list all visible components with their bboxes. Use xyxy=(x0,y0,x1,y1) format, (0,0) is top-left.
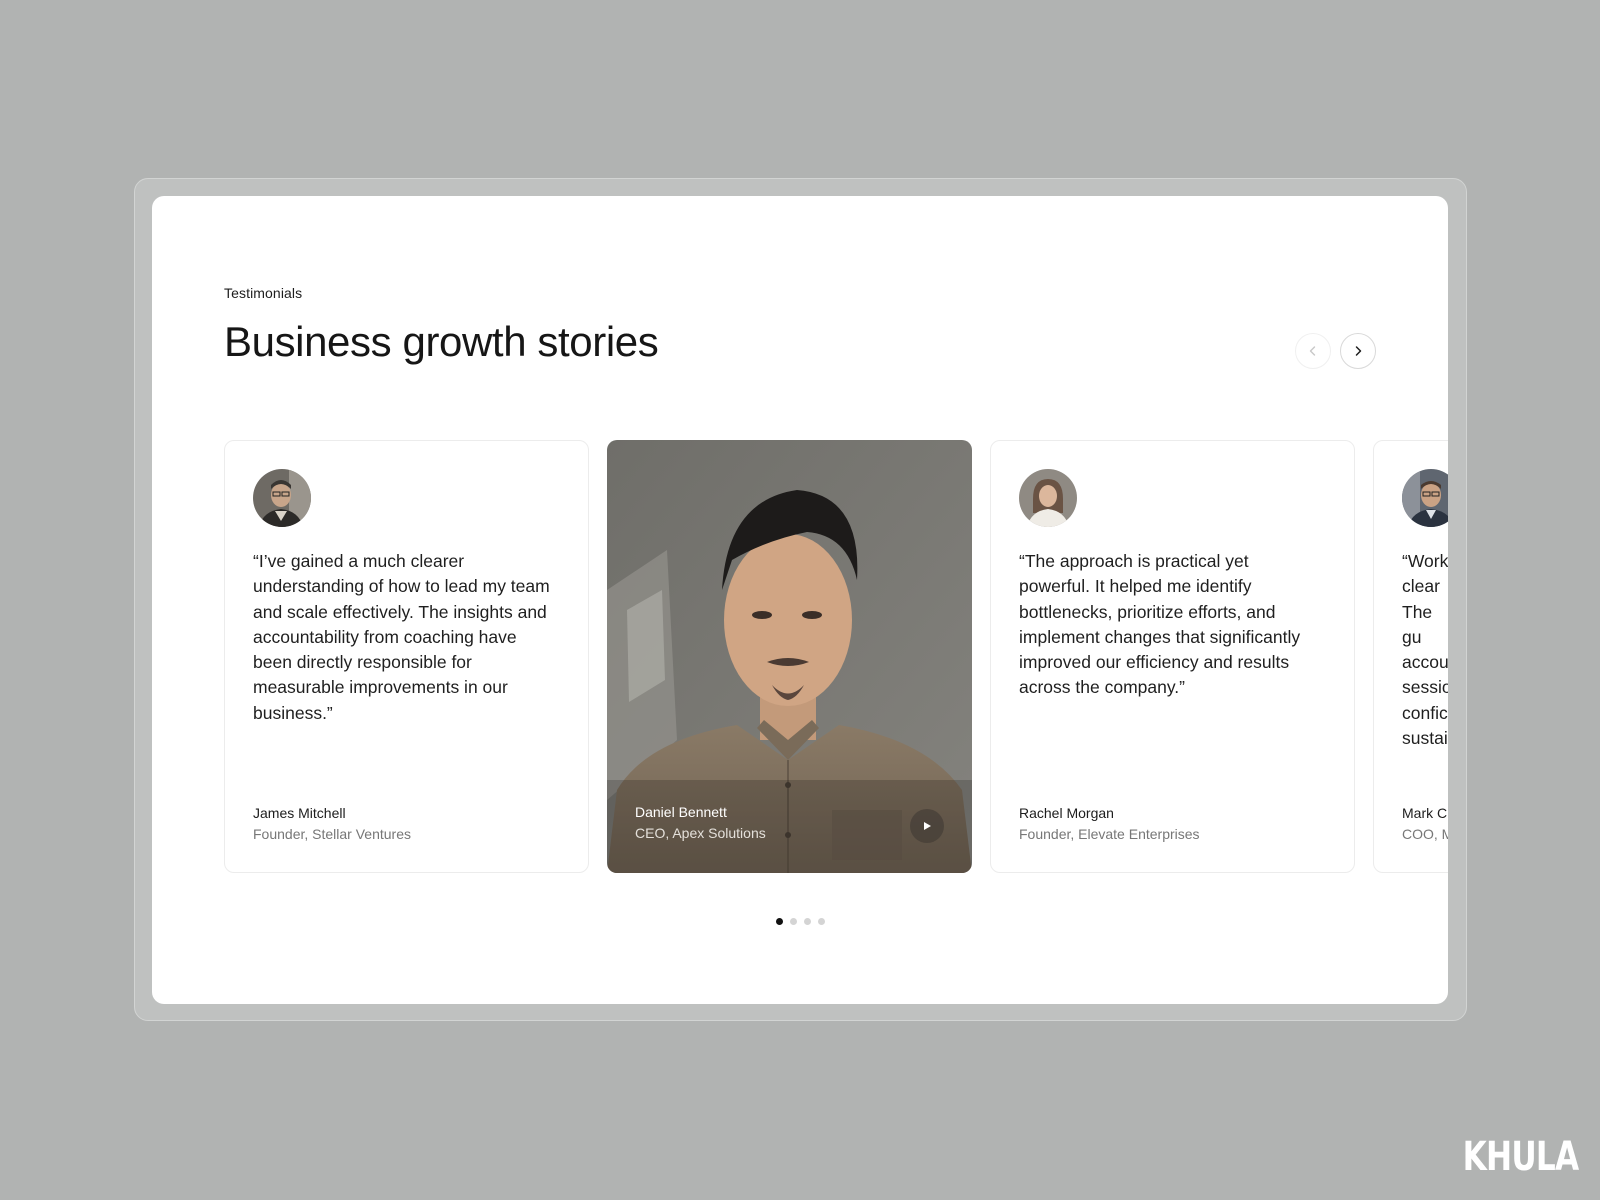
testimonial-role: Founder, Stellar Ventures xyxy=(253,826,411,842)
chevron-left-icon xyxy=(1309,346,1316,356)
avatar-james-mitchell xyxy=(253,469,311,527)
carousel-pagination xyxy=(152,918,1448,925)
testimonial-role: COO, M xyxy=(1402,826,1448,842)
testimonial-quote: “WorkingclearTheguaccousessioconficsusta… xyxy=(1402,551,1448,749)
khula-logo: KHULA xyxy=(1462,1134,1579,1180)
testimonial-quote: “I’ve gained a much clearer understandin… xyxy=(253,551,550,723)
carousel-prev-button[interactable] xyxy=(1295,333,1331,369)
pagination-dot[interactable] xyxy=(775,918,783,925)
play-video-button[interactable] xyxy=(910,809,944,843)
pagination-dot[interactable] xyxy=(817,918,825,925)
avatar-mark xyxy=(1402,469,1448,527)
play-icon xyxy=(924,822,931,830)
testimonial-video-card[interactable]: Daniel Bennett CEO, Apex Solutions xyxy=(607,440,972,873)
pagination-dot[interactable] xyxy=(789,918,797,925)
testimonial-role: Founder, Elevate Enterprises xyxy=(1019,826,1200,842)
testimonial-role: CEO, Apex Solutions xyxy=(635,825,766,841)
testimonial-name: James Mitchell xyxy=(253,805,346,821)
testimonial-card[interactable]: “WorkingclearTheguaccousessioconficsusta… xyxy=(1373,440,1448,873)
carousel-next-button[interactable] xyxy=(1340,333,1376,369)
testimonial-quote: “The approach is practical yet powerful.… xyxy=(1019,551,1301,698)
section-eyebrow: Testimonials xyxy=(224,285,303,301)
chevron-right-icon xyxy=(1355,346,1362,356)
testimonial-name: Mark C xyxy=(1402,805,1448,821)
testimonial-name: Daniel Bennett xyxy=(635,804,727,820)
avatar-rachel-morgan xyxy=(1019,469,1077,527)
testimonial-card[interactable]: “I’ve gained a much clearer understandin… xyxy=(224,440,589,873)
testimonials-section: Testimonials Business growth stories “I’… xyxy=(152,196,1448,1004)
testimonial-name: Rachel Morgan xyxy=(1019,805,1114,821)
pagination-dot[interactable] xyxy=(803,918,811,925)
testimonial-card[interactable]: “The approach is practical yet powerful.… xyxy=(990,440,1355,873)
section-title: Business growth stories xyxy=(224,318,659,365)
